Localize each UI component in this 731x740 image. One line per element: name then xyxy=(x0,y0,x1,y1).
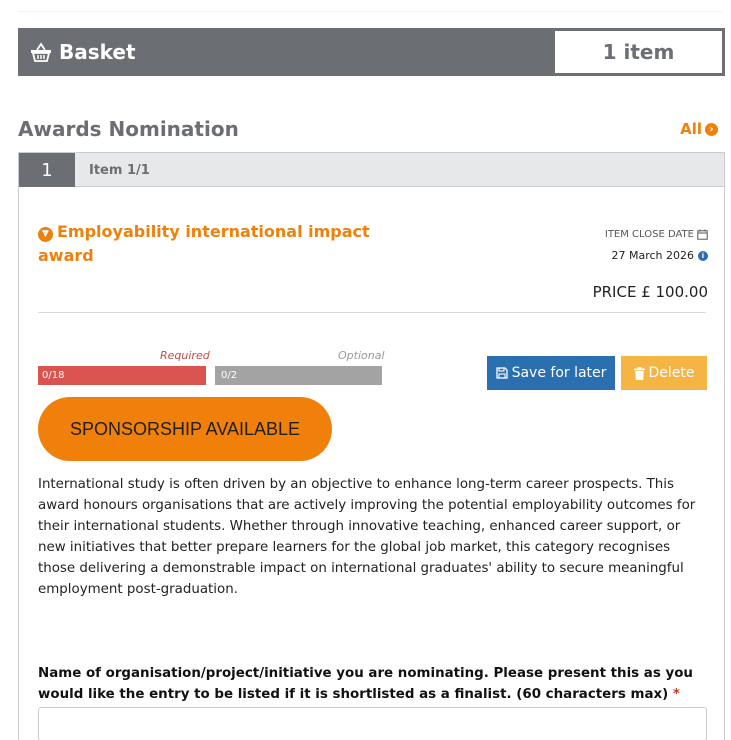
top-divider xyxy=(18,11,722,12)
trash-icon xyxy=(633,366,645,380)
divider xyxy=(38,312,706,313)
required-marker: * xyxy=(672,687,680,702)
item-price: PRICE £ 100.00 xyxy=(592,283,708,301)
basket-count[interactable]: 1 item xyxy=(555,31,722,73)
organisation-name-input[interactable] xyxy=(38,707,707,740)
all-link-label: All xyxy=(680,120,702,138)
basket-icon xyxy=(31,42,51,62)
optional-progress-bar: 0/2 xyxy=(215,366,382,385)
required-label: Required xyxy=(160,349,210,362)
sponsorship-badge[interactable]: SPONSORSHIP AVAILABLE xyxy=(38,397,332,461)
close-date-value: 27 March 2026 xyxy=(611,249,694,262)
required-progress-bar: 0/18 xyxy=(38,366,206,385)
award-title[interactable]: ▼ Employability international impact awar… xyxy=(38,220,388,268)
basket-bar[interactable]: Basket 1 item xyxy=(18,28,725,76)
save-button-label: Save for later xyxy=(511,365,607,381)
chevron-down-icon[interactable]: ▼ xyxy=(38,226,53,242)
item-header: 1 Item 1/1 xyxy=(19,153,724,187)
delete-button[interactable]: Delete xyxy=(621,356,707,390)
optional-label: Optional xyxy=(338,349,385,362)
award-title-text: Employability international impact award xyxy=(38,222,370,265)
delete-button-label: Delete xyxy=(648,365,695,381)
item-number: 1 xyxy=(19,153,75,187)
chevron-right-icon: › xyxy=(705,122,718,136)
all-link[interactable]: All › xyxy=(680,120,718,138)
section-title: Awards Nomination xyxy=(18,117,239,141)
close-date: 27 March 2026 i xyxy=(611,249,708,262)
calendar-icon xyxy=(697,229,708,240)
save-icon xyxy=(495,367,508,379)
item-label: Item 1/1 xyxy=(89,162,150,178)
close-date-label: ITEM CLOSE DATE xyxy=(605,229,708,240)
close-date-label-text: ITEM CLOSE DATE xyxy=(604,229,694,240)
save-for-later-button[interactable]: Save for later xyxy=(487,356,615,390)
field-label-text: Name of organisation/project/initiative … xyxy=(38,666,693,702)
field-label: Name of organisation/project/initiative … xyxy=(38,663,714,705)
basket-title: Basket xyxy=(59,40,136,64)
info-icon[interactable]: i xyxy=(698,250,708,261)
basket-header: Basket xyxy=(30,28,136,76)
award-description: International study is often driven by a… xyxy=(38,477,696,597)
